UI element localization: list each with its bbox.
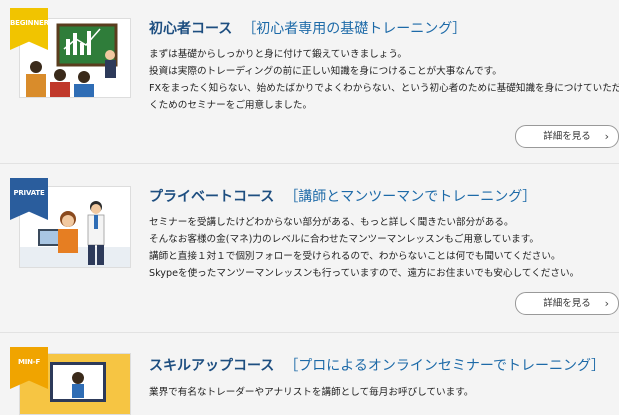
details-button[interactable]: 詳細を見る › [515,292,619,315]
course-subtitle: ［プロによるオンラインセミナーでトレーニング］ [284,358,606,374]
course-card-private: PRIVATE プライベートコース ［講師とマンツーマンでトレーニング］ セミナー… [0,163,619,332]
course-title: スキルアップコース ［プロによるオンラインセミナーでトレーニング］ [149,355,605,375]
course-card-skillup: MIN-F スキルアップコース ［プロによるオンラインセミナーでトレーニング］ 業… [0,332,619,415]
description-line: FXをまったく知らない、始めたばかりでよくわからない、という初心者のために基礎知… [149,83,619,94]
course-description: セミナーを受講したけどわからない部分がある、もっと詳しく聞きたい部分がある。 そ… [149,214,614,282]
course-description: 業界で有名なトレーダーやアナリストを講師として毎月お呼びしています。 [149,384,614,401]
course-name: 初心者コース [149,21,233,37]
description-line: そんなお客様の金(マネ)力のレベルに合わせたマンツーマンレッスンもご用意していま… [149,234,539,245]
course-name: スキルアップコース [149,358,275,374]
chevron-right-icon: › [604,130,609,143]
chevron-right-icon: › [604,297,609,310]
course-title: プライベートコース ［講師とマンツーマンでトレーニング］ [149,186,536,206]
course-subtitle: ［講師とマンツーマンでトレーニング］ [284,189,537,205]
course-title: 初心者コース ［初心者専用の基礎トレーニング］ [149,18,466,38]
description-line: Skypeを使ったマンツーマンレッスンも行っていますので、遠方にお住まいでも安心… [149,268,580,279]
details-button-label: 詳細を見る [543,298,591,309]
description-line: くためのセミナーをご用意しました。 [149,100,313,111]
course-subtitle: ［初心者専用の基礎トレーニング］ [242,21,467,37]
description-line: 講師と直接１対１で個別フォローを受けられるので、わからないことは何でも聞いてくだ… [149,251,561,262]
description-line: まずは基礎からしっかりと身に付けて鍛えていきましょう。 [149,49,407,60]
description-line: セミナーを受講したけどわからない部分がある、もっと詳しく聞きたい部分がある。 [149,217,514,228]
course-name: プライベートコース [149,189,275,205]
details-button-label: 詳細を見る [543,131,591,142]
description-line: 業界で有名なトレーダーやアナリストを講師として毎月お呼びしています。 [149,387,474,398]
course-description: まずは基礎からしっかりと身に付けて鍛えていきましょう。 投資は実際のトレーディン… [149,46,619,114]
description-line: 投資は実際のトレーディングの前に正しい知識を身につけることが大事なんです。 [149,66,502,77]
details-button[interactable]: 詳細を見る › [515,125,619,148]
course-card-beginner: BEGINNER 初心者コース ［初心者専用の基礎トレーニング］ まずは基礎からし… [0,0,619,162]
